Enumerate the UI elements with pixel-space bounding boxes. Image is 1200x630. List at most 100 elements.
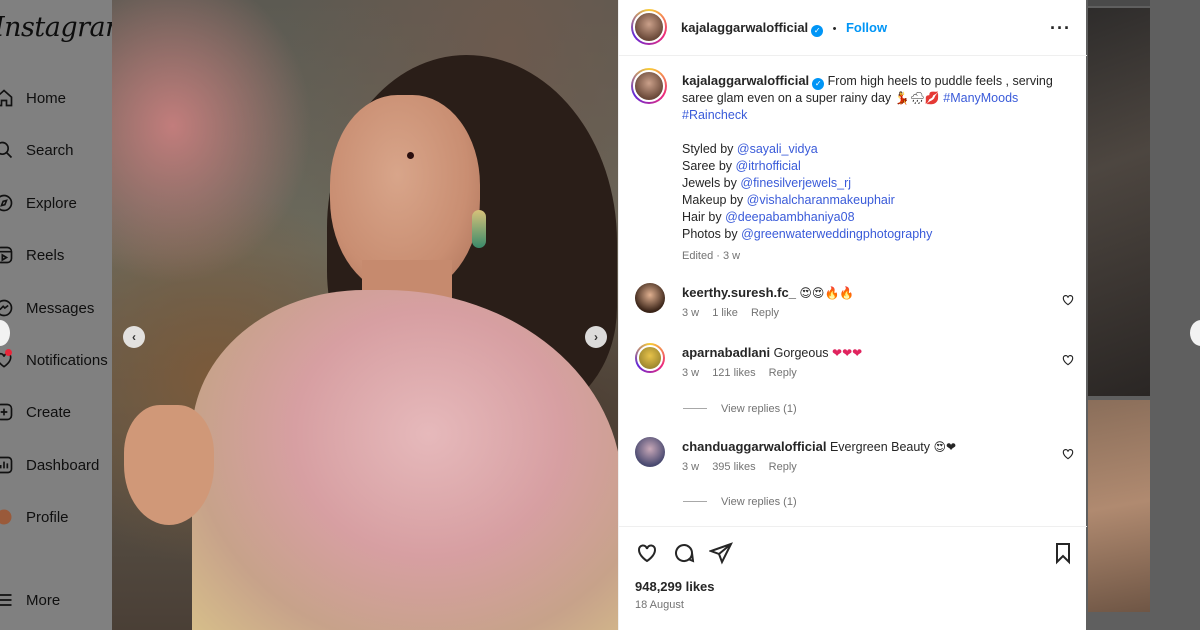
sidebar-item-create[interactable]: Create xyxy=(0,397,112,427)
bookmark-icon[interactable] xyxy=(1051,541,1075,565)
comment-text: Gorgeous xyxy=(773,346,829,360)
post-details-panel: kajalaggarwalofficial ✓ • Follow ··· kaja… xyxy=(618,0,1087,630)
commenter-avatar[interactable] xyxy=(635,437,665,467)
reply-button[interactable]: Reply xyxy=(751,307,779,319)
plus-square-icon xyxy=(0,403,13,421)
sidebar-item-explore[interactable]: Explore xyxy=(0,188,112,218)
feed-tile[interactable] xyxy=(1088,8,1150,396)
sidebar-item-label: Home xyxy=(26,89,67,107)
sidebar-item-label: Reels xyxy=(26,246,65,264)
view-replies-button[interactable]: View replies (1) xyxy=(683,403,797,415)
sidebar-item-label: Dashboard xyxy=(26,456,100,474)
commenter-username[interactable]: keerthy.suresh.fc_ xyxy=(682,285,796,300)
sidebar-item-label: More xyxy=(26,591,61,609)
sidebar-item-dashboard[interactable]: Dashboard xyxy=(0,450,112,480)
comment-likes[interactable]: 121 likes xyxy=(712,367,755,379)
sidebar-item-search[interactable]: Search xyxy=(0,135,112,165)
sidebar-item-label: Explore xyxy=(26,194,77,212)
hashtag-link[interactable]: #ManyMoods xyxy=(943,91,1018,105)
menu-icon xyxy=(0,594,12,606)
view-replies-label: View replies (1) xyxy=(721,403,797,415)
dashboard-icon xyxy=(0,456,13,474)
sidebar-item-home[interactable]: Home xyxy=(0,83,112,113)
sidebar-item-notifications[interactable]: Notifications xyxy=(0,345,112,375)
sidebar-item-profile[interactable]: Profile xyxy=(0,502,112,532)
caption-credits: Styled by @sayali_vidya Saree by @itrhof… xyxy=(682,141,1072,243)
comment-like-icon[interactable] xyxy=(1061,293,1075,307)
separator-dot: • xyxy=(832,23,837,35)
instagram-logo[interactable]: Instagram xyxy=(0,12,131,43)
mention-link[interactable]: @sayali_vidya xyxy=(737,142,818,156)
mention-link[interactable]: @itrhofficial xyxy=(736,159,801,173)
credit-role: Styled by xyxy=(682,142,734,156)
sidebar-item-label: Search xyxy=(26,141,74,159)
sidebar-item-reels[interactable]: Reels xyxy=(0,240,112,270)
profile-icon xyxy=(0,509,12,525)
credit-role: Hair by xyxy=(682,210,722,224)
feed-tile[interactable] xyxy=(1088,400,1150,612)
comment-time: 3 w xyxy=(682,307,700,319)
comment-emojis: 😍❤ xyxy=(933,440,957,454)
credit-role: Saree by xyxy=(682,159,733,173)
like-count[interactable]: 948,299 likes xyxy=(635,579,715,594)
credit-line: Makeup by @vishalcharanmakeuphair xyxy=(682,192,1072,209)
replies-divider xyxy=(683,501,707,502)
sidebar-item-label: Notifications xyxy=(26,351,108,369)
more-options-icon[interactable]: ··· xyxy=(1050,18,1071,39)
caption-username[interactable]: kajalaggarwalofficial xyxy=(682,73,809,88)
comment-like-icon[interactable] xyxy=(1061,353,1075,367)
mention-link[interactable]: @deepabambhaniya08 xyxy=(725,210,854,224)
comment-likes[interactable]: 1 like xyxy=(712,307,738,319)
follow-button[interactable]: Follow xyxy=(846,20,887,35)
comment-body: aparnabadlani Gorgeous ❤❤❤ xyxy=(682,345,862,360)
carousel-prev-button[interactable]: ‹ xyxy=(123,326,145,348)
sidebar: Instagram Home Search Explore Reels Mess… xyxy=(0,0,131,630)
view-replies-button[interactable]: View replies (1) xyxy=(683,496,797,508)
reels-icon xyxy=(0,246,13,264)
author-avatar[interactable] xyxy=(631,9,667,45)
verified-badge-icon: ✓ xyxy=(812,78,825,90)
post-image[interactable] xyxy=(112,0,618,630)
mention-link[interactable]: @greenwaterweddingphotography xyxy=(741,227,932,241)
commenter-username[interactable]: chanduaggarwalofficial xyxy=(682,439,826,454)
post-actions: 948,299 likes 18 August xyxy=(619,526,1087,630)
comment-likes[interactable]: 395 likes xyxy=(712,461,755,473)
sidebar-item-label: Create xyxy=(26,403,72,421)
comment-emojis: 😍😍🔥🔥 xyxy=(799,286,855,300)
post-caption: kajalaggarwalofficial ✓ From high heels t… xyxy=(682,72,1072,265)
sidebar-item-more[interactable]: More xyxy=(0,585,112,615)
reply-button[interactable]: Reply xyxy=(769,367,797,379)
commenter-username[interactable]: aparnabadlani xyxy=(682,345,770,360)
image-subject-bindi xyxy=(407,152,414,159)
hashtag-link[interactable]: #Raincheck xyxy=(682,108,747,122)
search-icon xyxy=(0,141,13,159)
post-author: kajalaggarwalofficial ✓ • Follow xyxy=(681,19,887,37)
replies-divider xyxy=(683,408,707,409)
reply-button[interactable]: Reply xyxy=(769,461,797,473)
post-header: kajalaggarwalofficial ✓ • Follow ··· xyxy=(619,0,1087,56)
share-icon[interactable] xyxy=(709,541,733,565)
credit-line: Styled by @sayali_vidya xyxy=(682,141,1072,158)
caption-emojis: 💃🌧💋 xyxy=(894,91,940,105)
mention-link[interactable]: @vishalcharanmakeuphair xyxy=(747,193,895,207)
author-username[interactable]: kajalaggarwalofficial xyxy=(681,20,808,35)
carousel-next-button[interactable]: › xyxy=(585,326,607,348)
caption-author-avatar[interactable] xyxy=(631,68,667,104)
commenter-avatar[interactable] xyxy=(635,283,665,313)
comment-meta: 3 w 1 like Reply xyxy=(682,307,789,319)
credit-line: Saree by @itrhofficial xyxy=(682,158,1072,175)
comment-body: keerthy.suresh.fc_ 😍😍🔥🔥 xyxy=(682,285,854,300)
like-icon[interactable] xyxy=(635,541,659,565)
view-replies-label: View replies (1) xyxy=(721,496,797,508)
sidebar-item-label: Profile xyxy=(26,508,69,526)
comment-icon[interactable] xyxy=(672,541,696,565)
sidebar-item-messages[interactable]: Messages xyxy=(0,293,112,323)
credit-line: Jewels by @finesilverjewels_rj xyxy=(682,175,1072,192)
comment-like-icon[interactable] xyxy=(1061,447,1075,461)
commenter-avatar[interactable] xyxy=(635,343,665,373)
feed-tile xyxy=(1088,0,1150,6)
notification-dot xyxy=(5,349,12,356)
image-subject-hand xyxy=(124,405,214,525)
mention-link[interactable]: @finesilverjewels_rj xyxy=(740,176,851,190)
credit-line: Hair by @deepabambhaniya08 xyxy=(682,209,1072,226)
